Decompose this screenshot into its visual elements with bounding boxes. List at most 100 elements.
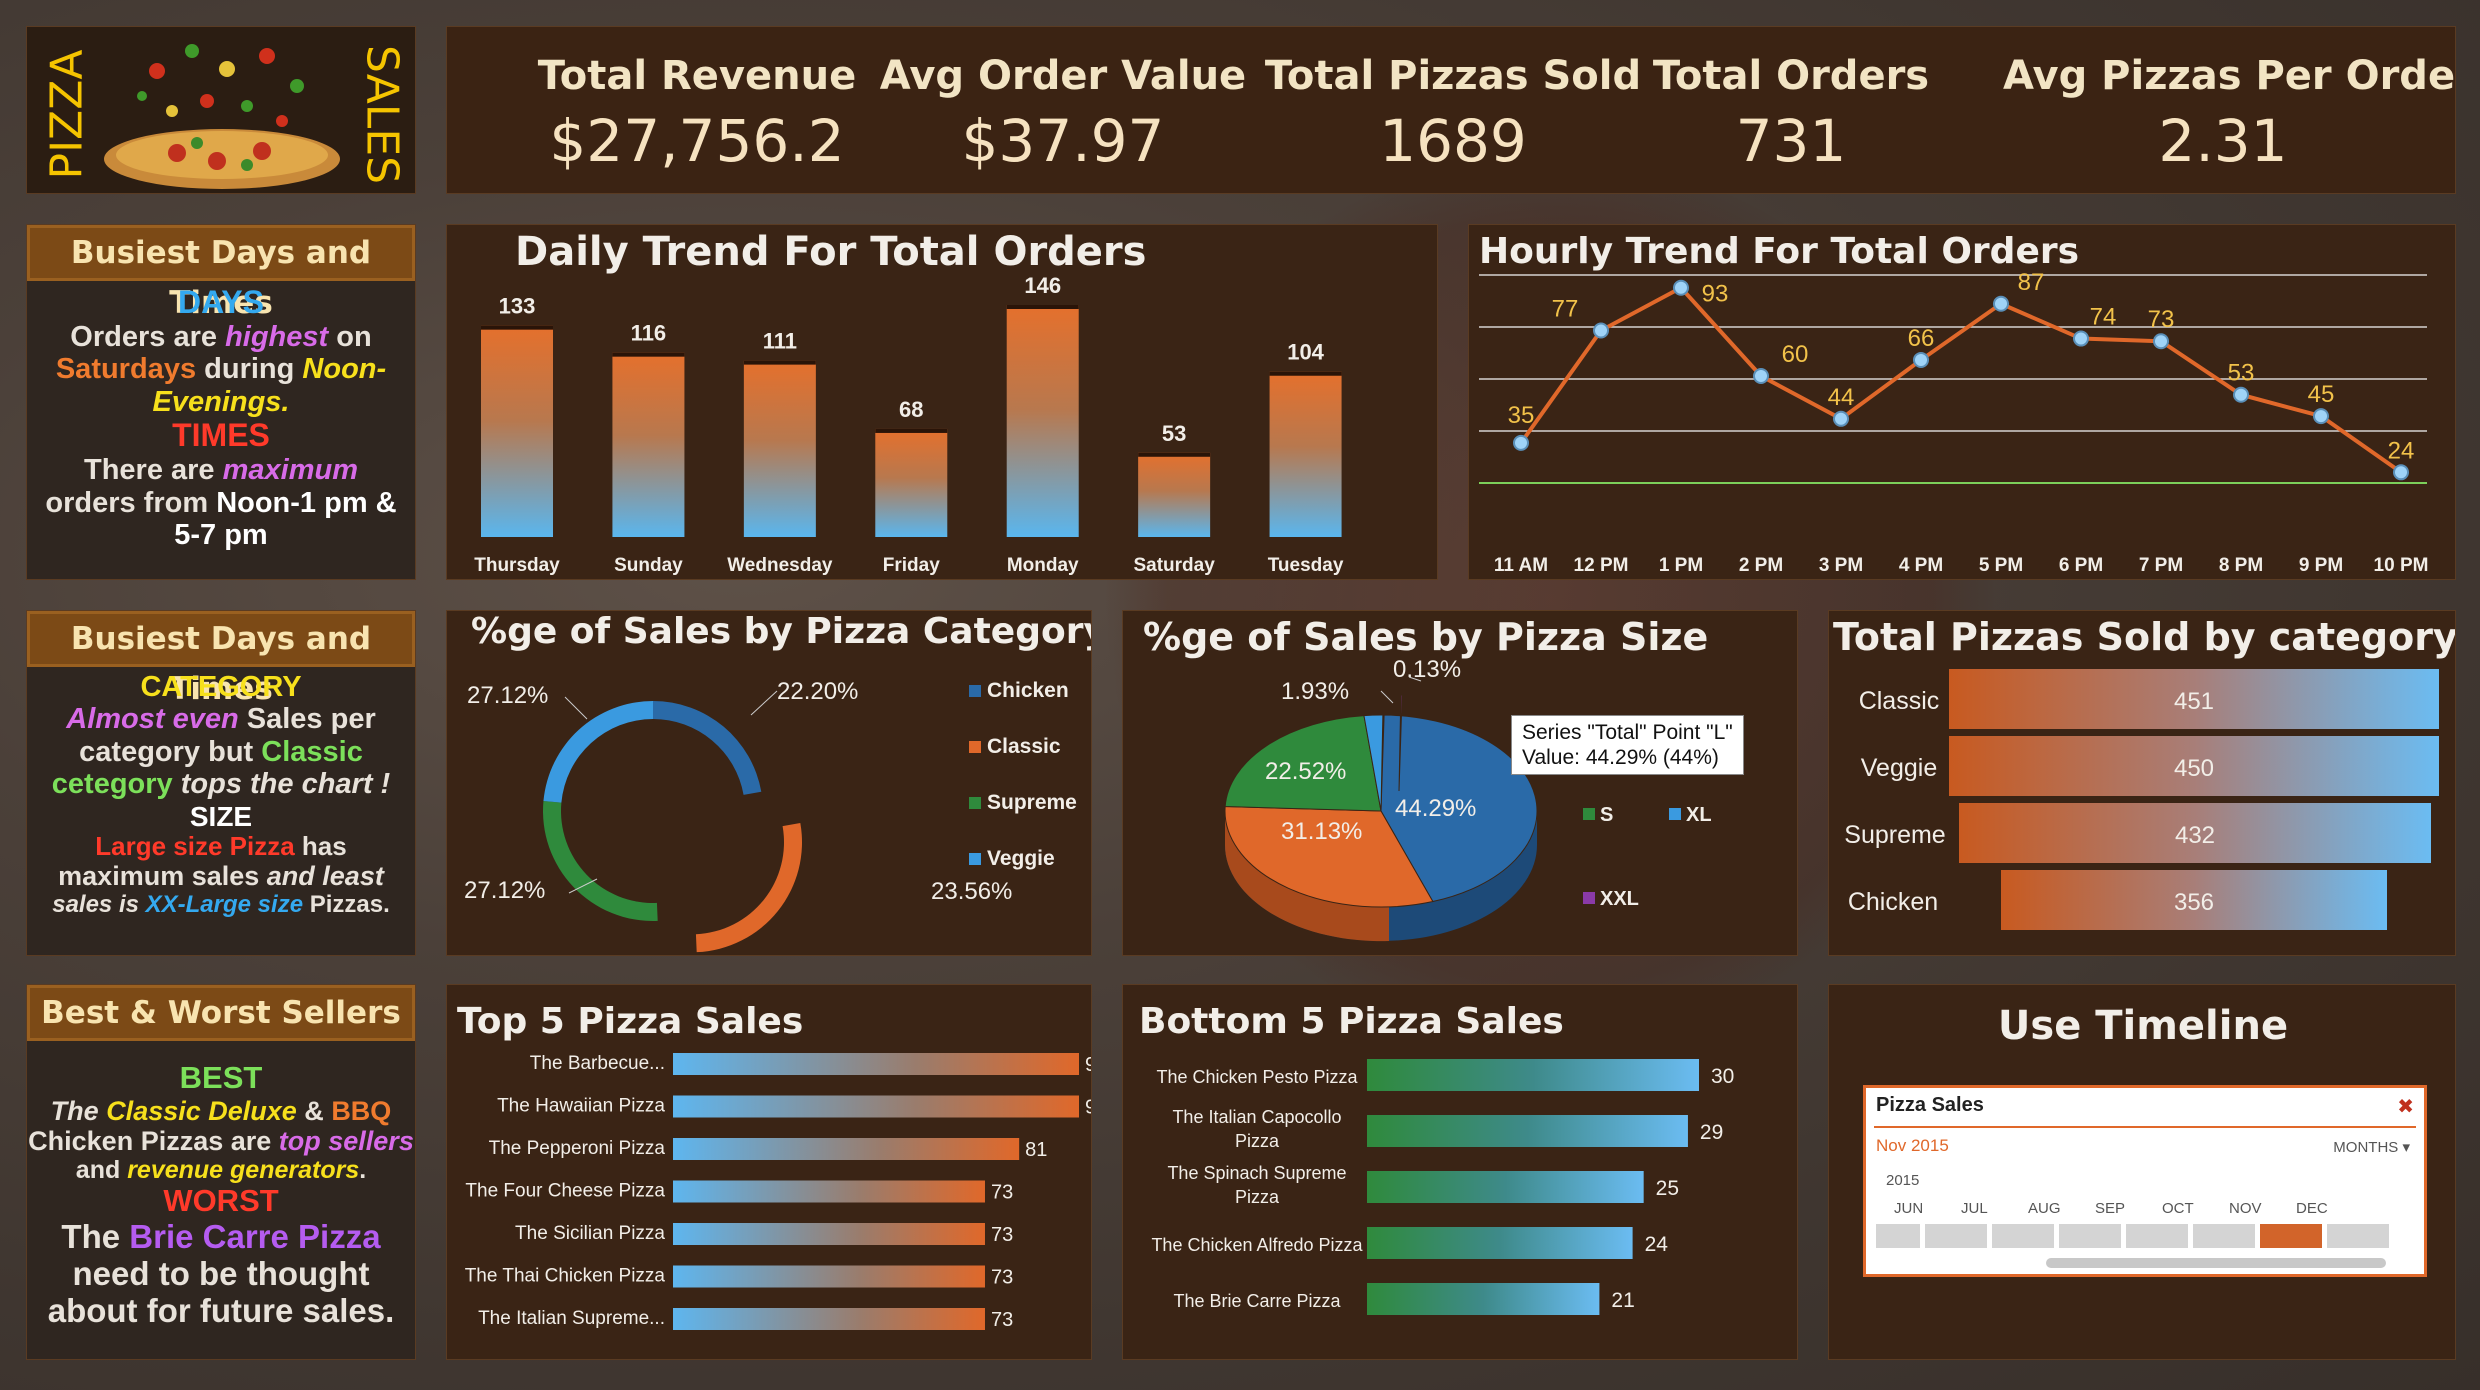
bar [673, 1265, 985, 1288]
days-heading: DAYS [178, 284, 264, 320]
data-label: 25 [1656, 1177, 1679, 1200]
data-label: 22.52% [1265, 758, 1346, 785]
x-tick-label: Sunday [614, 555, 683, 576]
bar [481, 325, 553, 537]
bar [673, 1138, 1020, 1160]
pizza-logo-icon [104, 44, 340, 189]
busy-days-text: DAYS Orders are highest on Saturdays dur… [27, 284, 415, 551]
logo-pizza-text: PIZZA [41, 49, 93, 180]
data-point [2313, 408, 2329, 425]
data-label: 356 [2174, 889, 2214, 916]
size-pct-panel: %ge of Sales by Pizza Size 44.29% 31.13% 2… [1122, 610, 1798, 956]
bar-cap [1138, 452, 1211, 457]
text: top sellers [278, 1125, 414, 1156]
timeline-period-cell[interactable] [2260, 1224, 2324, 1248]
data-label: 73 [991, 1309, 1013, 1331]
divider [1874, 1126, 2416, 1128]
data-label: 60 [1782, 341, 1809, 368]
timeline-period-cell[interactable] [1992, 1224, 2056, 1248]
donut-slice [653, 701, 762, 795]
size-heading: SIZE [189, 800, 253, 832]
bottom5-panel: Bottom 5 Pizza Sales 30 The Chicken Pesto… [1122, 984, 1798, 1360]
timeline-month-label: JUN [1894, 1200, 1924, 1217]
pizzas-sold-by-category-panel: Total Pizzas Sold by category 451 Classic… [1828, 610, 2456, 956]
data-label: 53 [2228, 360, 2255, 387]
best-worst-text: BEST The Classic Deluxe & BBQ Chicken Pi… [27, 1060, 415, 1330]
legend-label: XXL [1600, 888, 1639, 910]
data-label: 432 [2175, 822, 2215, 849]
data-point [1913, 351, 1929, 368]
y-tick-label: The Brie Carre Pizza [1173, 1291, 1341, 1311]
x-tick-label: 6 PM [2059, 555, 2103, 576]
text: Chicken Pizzas are [28, 1125, 279, 1156]
data-label: 45 [2308, 381, 2335, 408]
category-heading: CATEGORY [140, 671, 302, 703]
best-worst-panel: Best & Worst Sellers BEST The Classic De… [26, 984, 416, 1360]
legend-swatch [1583, 892, 1595, 904]
y-tick-label: Supreme [1844, 821, 1945, 849]
timeline-slicer[interactable]: Pizza Sales ✖ Nov 2015 MONTHS ▾ 2015 JUN… [1863, 1085, 2427, 1277]
legend-label: Classic [987, 735, 1061, 758]
bar [1367, 1171, 1644, 1203]
timeline-period-cell[interactable] [2327, 1224, 2391, 1248]
data-label: 21 [1611, 1289, 1634, 1312]
timeline-period-cell[interactable] [2059, 1224, 2123, 1248]
sold-by-category-chart: 451 Classic 450 Veggie 432 Supreme 356 Chicken [1844, 669, 2439, 930]
bar [1367, 1283, 1600, 1315]
text: Almost even [66, 703, 239, 736]
time-level-dropdown[interactable]: MONTHS ▾ [2333, 1138, 2410, 1156]
daily-trend-panel: Daily Trend For Total Orders 133 Thursday… [446, 224, 1438, 580]
clear-filter-icon[interactable]: ✖ [2397, 1094, 2414, 1119]
x-tick-label: Thursday [474, 555, 560, 576]
x-tick-label: Monday [1007, 555, 1079, 576]
bar [1367, 1059, 1699, 1091]
leader-line [750, 690, 778, 716]
timeline-scrollbar[interactable] [2046, 1258, 2386, 1268]
y-tick-label: The Barbecue... [530, 1053, 665, 1074]
y-tick-label: The Sicilian Pizza [515, 1223, 665, 1244]
bar-cap [612, 352, 685, 357]
text: Noon-1 pm & [216, 486, 397, 519]
text: highest [225, 320, 329, 353]
text: sales is [52, 890, 146, 918]
data-label: 68 [899, 397, 923, 422]
timeline-period-cell[interactable] [1876, 1224, 1922, 1248]
bar [743, 360, 816, 537]
worst-heading: WORST [163, 1183, 279, 1219]
x-tick-label: 11 AM [1494, 555, 1548, 576]
text: Brie Carre Pizza [129, 1217, 381, 1255]
legend-label: Chicken [987, 679, 1069, 702]
leader-line [564, 696, 588, 720]
text: The [61, 1217, 130, 1255]
category-donut-chart: 22.20% 23.56% 27.12% 27.12% Chicken Classic Su… [464, 678, 1077, 953]
kpi-avg-order-value: Avg Order Value $37.97 [843, 27, 1283, 175]
y-tick-label: The Hawaiian Pizza [497, 1096, 665, 1117]
text: Noon- [302, 353, 387, 386]
data-label: 95 [1085, 1097, 1092, 1119]
text: Evenings. [152, 385, 290, 418]
text: Pizzas. [303, 890, 390, 918]
data-label: 77 [1552, 296, 1579, 323]
hourly-trend-chart: 35 11 AM 77 12 PM 93 1 PM 60 2 PM 44 3 PM 66 4 PM 87… [1479, 269, 2428, 576]
legend-label: XL [1686, 804, 1712, 826]
bar [673, 1223, 985, 1245]
data-label: 450 [2174, 755, 2214, 782]
donut-slice [695, 823, 803, 953]
bar-cap [1269, 371, 1342, 376]
timeline-month-label: OCT [2162, 1200, 2194, 1217]
timeline-period-cell[interactable] [1925, 1224, 1989, 1248]
timeline-period-cell[interactable] [2126, 1224, 2190, 1248]
daily-trend-chart: 133 Thursday 116 Sunday 111 Wednesday 68 Friday… [474, 273, 1344, 576]
y-tick-label: The Italian Supreme... [478, 1308, 665, 1329]
timeline-month-label: NOV [2229, 1200, 2262, 1217]
panel-heading: Busiest Days and Times [27, 225, 415, 321]
text: 5-7 pm [174, 519, 268, 551]
best-heading: BEST [179, 1060, 263, 1095]
text: Classic Deluxe [106, 1095, 297, 1126]
data-point [1513, 434, 1529, 451]
text: about for future sales. [47, 1291, 395, 1329]
text: Large size Pizza [95, 831, 295, 862]
data-point [2393, 464, 2409, 481]
timeline-period-cell[interactable] [2193, 1224, 2257, 1248]
data-label: 93 [1702, 281, 1729, 308]
